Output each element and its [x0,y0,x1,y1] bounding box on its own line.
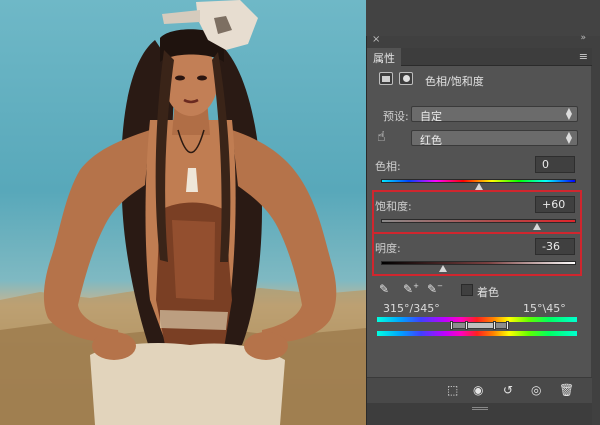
collapse-icon[interactable]: » [580,33,585,43]
preset-label: 预设: [383,110,409,123]
hue-slider-thumb[interactable] [474,183,483,190]
close-icon[interactable]: × [372,34,380,45]
dropdown-arrows-icon: ▲ ▼ [565,106,572,121]
panel-scroll-edge [591,36,600,425]
reset-icon[interactable]: ↺ [503,383,513,397]
preset-value: 自定 [420,110,442,123]
saturation-slider-track[interactable] [381,219,576,223]
resize-grip-icon[interactable] [472,407,488,410]
saturation-slider-thumb[interactable] [533,223,541,230]
preset-dropdown[interactable]: 自定 ▲ ▼ [411,106,578,123]
mask-icon[interactable] [399,72,413,85]
panel-menu-icon[interactable]: ≡ [579,50,588,63]
colorize-checkbox[interactable] [461,284,473,296]
panel-dock-background [366,0,600,36]
properties-panel: × » 属性 ≡ 色相/饱和度 预设: 自定 ▲ ▼ ☝ 红色 ▲ ▼ 色相: 0 … [366,33,592,425]
dropdown-arrows-icon: ▲ ▼ [565,130,572,145]
adjustment-title: 色相/饱和度 [425,75,484,88]
saturation-label: 饱和度: [375,200,412,213]
clip-to-layer-icon[interactable]: ⬚ [447,383,458,397]
range-handle-left[interactable] [450,321,453,330]
hue-value-input[interactable]: 0 [535,156,575,173]
adjustment-type-row: 色相/饱和度 [367,66,592,92]
colorize-label: 着色 [477,286,499,299]
channel-value: 红色 [420,134,442,147]
range-right-readout: 15°\45° [523,302,566,315]
targeted-adjust-hand-icon[interactable]: ☝ [377,129,386,145]
panel-tab-bar: 属性 ≡ [367,48,592,66]
range-handle-inner-left[interactable] [465,321,468,330]
color-range-slider[interactable] [451,322,507,329]
photo-image [0,0,366,425]
tab-properties[interactable]: 属性 [367,48,401,66]
saturation-value-input[interactable]: +60 [535,196,575,213]
range-handle-inner-right[interactable] [493,321,496,330]
panel-bottom-toolbar: ⬚ ◉ ↺ ◎ 🗑 [367,377,592,403]
panel-header: × » [367,33,592,48]
channel-dropdown[interactable]: 红色 ▲ ▼ [411,130,578,147]
eyedropper-subtract-icon[interactable]: ✎− [427,282,443,296]
trash-icon[interactable]: 🗑 [559,383,574,397]
document-canvas[interactable] [0,0,366,425]
lightness-slider-thumb[interactable] [439,265,448,272]
range-left-readout: 315°/345° [383,302,440,315]
hue-label: 色相: [375,160,401,173]
output-color-bar [377,331,577,336]
lightness-value-input[interactable]: -36 [535,238,575,255]
lightness-slider-track[interactable] [381,261,576,265]
eyedropper-icon[interactable]: ✎ [379,282,389,296]
lightness-label: 明度: [375,242,401,255]
adjustment-layer-icon[interactable] [379,72,393,85]
visibility-eye-icon[interactable]: ◎ [531,383,541,397]
range-handle-right[interactable] [506,321,509,330]
eyedropper-add-icon[interactable]: ✎+ [403,282,419,296]
view-previous-state-icon[interactable]: ◉ [473,383,483,397]
